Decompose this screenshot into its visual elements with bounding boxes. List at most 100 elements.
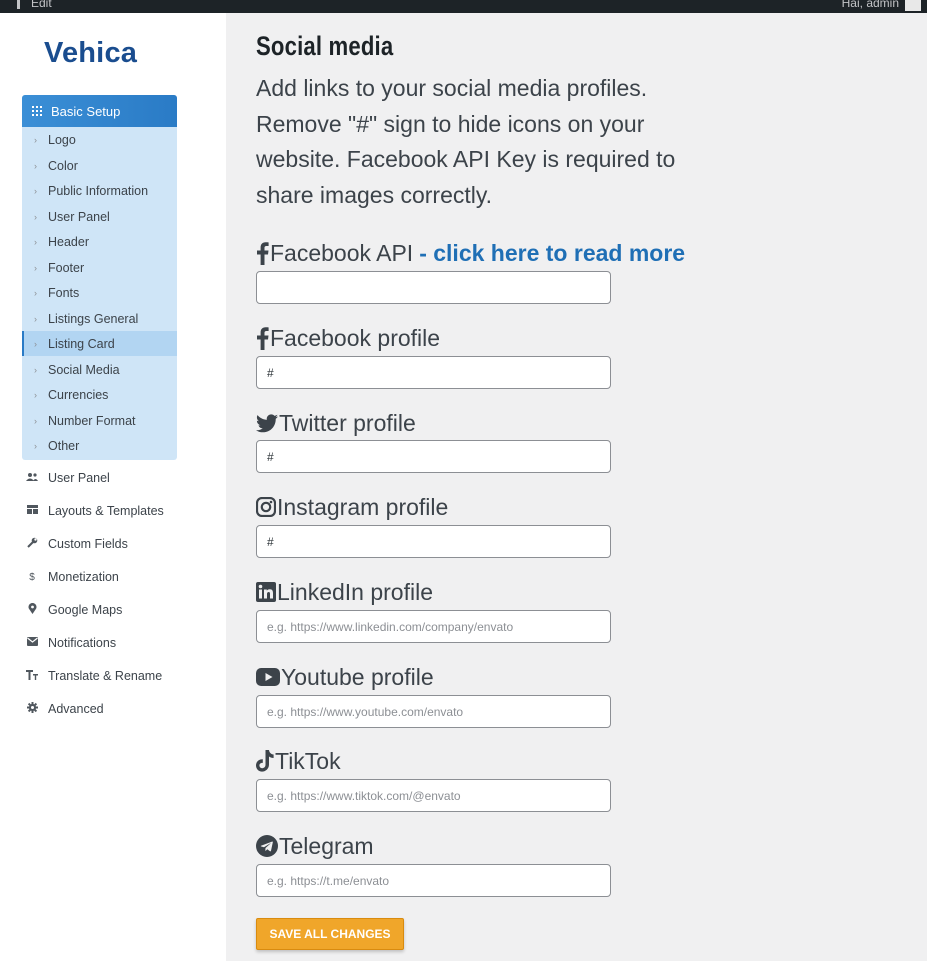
telegram-label: Telegram <box>256 832 374 860</box>
chevron-right-icon: › <box>34 262 37 273</box>
instagram-profile-input[interactable] <box>256 525 611 558</box>
menu-basic-setup-label: Basic Setup <box>51 103 121 119</box>
chevron-right-icon: › <box>34 313 37 324</box>
edit-icon <box>14 0 23 11</box>
facebook-api-label: Facebook API - click here to read more <box>256 239 685 267</box>
sidebar: Vehica Basic Setup › Logo › Color › Public … <box>0 13 226 961</box>
chevron-right-icon: › <box>34 389 37 400</box>
text-size-icon <box>26 669 38 683</box>
field-label-text: LinkedIn profile <box>277 578 433 605</box>
tiktok-label: TikTok <box>256 747 341 775</box>
field-label-text: TikTok <box>275 747 341 774</box>
submenu-item-number-format[interactable]: › Number Format <box>22 408 177 433</box>
chevron-right-icon: › <box>34 364 37 375</box>
submenu-item-listing-card[interactable]: › Listing Card <box>22 331 177 356</box>
facebook-icon <box>256 326 269 350</box>
menu-label: Google Maps <box>48 603 123 617</box>
submenu-label: Footer <box>48 260 85 275</box>
wrench-icon <box>26 537 38 551</box>
menu-google-maps[interactable]: Google Maps <box>26 601 122 619</box>
submenu-item-logo[interactable]: › Logo <box>22 127 177 152</box>
submenu-item-fonts[interactable]: › Fonts <box>22 280 177 305</box>
menu-label: Monetization <box>48 570 119 584</box>
field-label-text: Instagram profile <box>277 493 449 520</box>
submenu-item-color[interactable]: › Color <box>22 153 177 178</box>
twitter-icon <box>256 411 278 435</box>
submenu-label: Color <box>48 158 78 173</box>
twitter-profile-input[interactable] <box>256 440 611 473</box>
submenu-item-public-information[interactable]: › Public Information <box>22 178 177 203</box>
youtube-icon <box>256 665 280 689</box>
submenu-item-other[interactable]: › Other <box>22 433 177 458</box>
logo: Vehica <box>44 37 138 69</box>
instagram-icon <box>256 495 276 519</box>
submenu-label: Fonts <box>48 285 80 300</box>
read-more-link[interactable]: - click here to read more <box>419 240 685 267</box>
page-title: Social media <box>256 31 394 61</box>
submenu-item-footer[interactable]: › Footer <box>22 255 177 280</box>
menu-custom-fields[interactable]: Custom Fields <box>26 535 128 553</box>
facebook-profile-label: Facebook profile <box>256 324 440 352</box>
mail-icon <box>26 637 38 649</box>
instagram-profile-label: Instagram profile <box>256 493 448 521</box>
menu-basic-setup[interactable]: Basic Setup <box>22 95 177 127</box>
dollar-icon: $ <box>29 571 35 583</box>
submenu-label: Public Information <box>48 183 149 198</box>
submenu-label: Social Media <box>48 362 120 377</box>
field-label-text: Youtube profile <box>281 663 434 690</box>
admin-greeting: Hai, admin <box>841 0 899 10</box>
submenu-item-listings-general[interactable]: › Listings General <box>22 306 177 331</box>
save-all-changes-button[interactable]: SAVE ALL CHANGES <box>256 918 404 950</box>
submenu-label: Header <box>48 234 89 249</box>
menu-label: Advanced <box>48 702 104 716</box>
submenu-label: Other <box>48 438 80 453</box>
menu-label: Notifications <box>48 636 117 650</box>
menu-layouts-templates[interactable]: Layouts & Templates <box>26 502 164 520</box>
menu-label: User Panel <box>48 471 110 485</box>
linkedin-profile-label: LinkedIn profile <box>256 578 433 606</box>
admin-bar-account[interactable]: Hai, admin <box>842 0 921 11</box>
field-label-text: Telegram <box>279 832 374 859</box>
submenu-item-currencies[interactable]: › Currencies <box>22 382 177 407</box>
youtube-profile-input[interactable] <box>256 695 611 728</box>
telegram-icon <box>256 834 278 858</box>
submenu-item-social-media[interactable]: › Social Media <box>22 357 177 382</box>
field-label-text: Facebook API <box>270 239 414 266</box>
tiktok-input[interactable] <box>256 779 611 812</box>
linkedin-profile-input[interactable] <box>256 610 611 643</box>
submenu-item-header[interactable]: › Header <box>22 229 177 254</box>
menu-user-panel[interactable]: User Panel <box>26 469 110 487</box>
chevron-right-icon: › <box>34 287 37 298</box>
menu-label: Translate & Rename <box>48 669 163 683</box>
chevron-right-icon: › <box>34 338 37 349</box>
submenu-item-user-panel[interactable]: › User Panel <box>22 204 177 229</box>
page-description: Add links to your social media profiles.… <box>256 75 676 208</box>
chevron-right-icon: › <box>34 236 37 247</box>
chevron-right-icon: › <box>34 134 37 145</box>
users-icon <box>26 472 38 485</box>
telegram-input[interactable] <box>256 864 611 897</box>
chevron-right-icon: › <box>34 440 37 451</box>
menu-label: Layouts & Templates <box>48 504 164 518</box>
field-label-text: Facebook profile <box>270 324 441 351</box>
admin-bar-edit-label: Edit <box>31 0 52 10</box>
menu-monetization[interactable]: $ Monetization <box>26 568 119 586</box>
menu-notifications[interactable]: Notifications <box>26 634 116 652</box>
menu-label: Custom Fields <box>48 537 128 551</box>
chevron-right-icon: › <box>34 185 37 196</box>
facebook-api-input[interactable] <box>256 271 611 304</box>
linkedin-icon <box>256 580 276 604</box>
facebook-profile-input[interactable] <box>256 356 611 389</box>
menu-translate-rename[interactable]: Translate & Rename <box>26 667 162 685</box>
admin-bar-edit[interactable]: Edit <box>14 0 52 11</box>
submenu-label: Currencies <box>48 387 109 402</box>
map-pin-icon <box>26 602 38 617</box>
field-label-text: Twitter profile <box>279 409 416 436</box>
twitter-profile-label: Twitter profile <box>256 409 416 437</box>
chevron-right-icon: › <box>34 415 37 426</box>
main-content: Social media Add links to your social me… <box>226 13 927 961</box>
submenu-label: User Panel <box>48 209 110 224</box>
menu-advanced[interactable]: Advanced <box>26 700 104 718</box>
submenu-label: Listings General <box>48 311 139 326</box>
layout-icon <box>26 505 38 517</box>
